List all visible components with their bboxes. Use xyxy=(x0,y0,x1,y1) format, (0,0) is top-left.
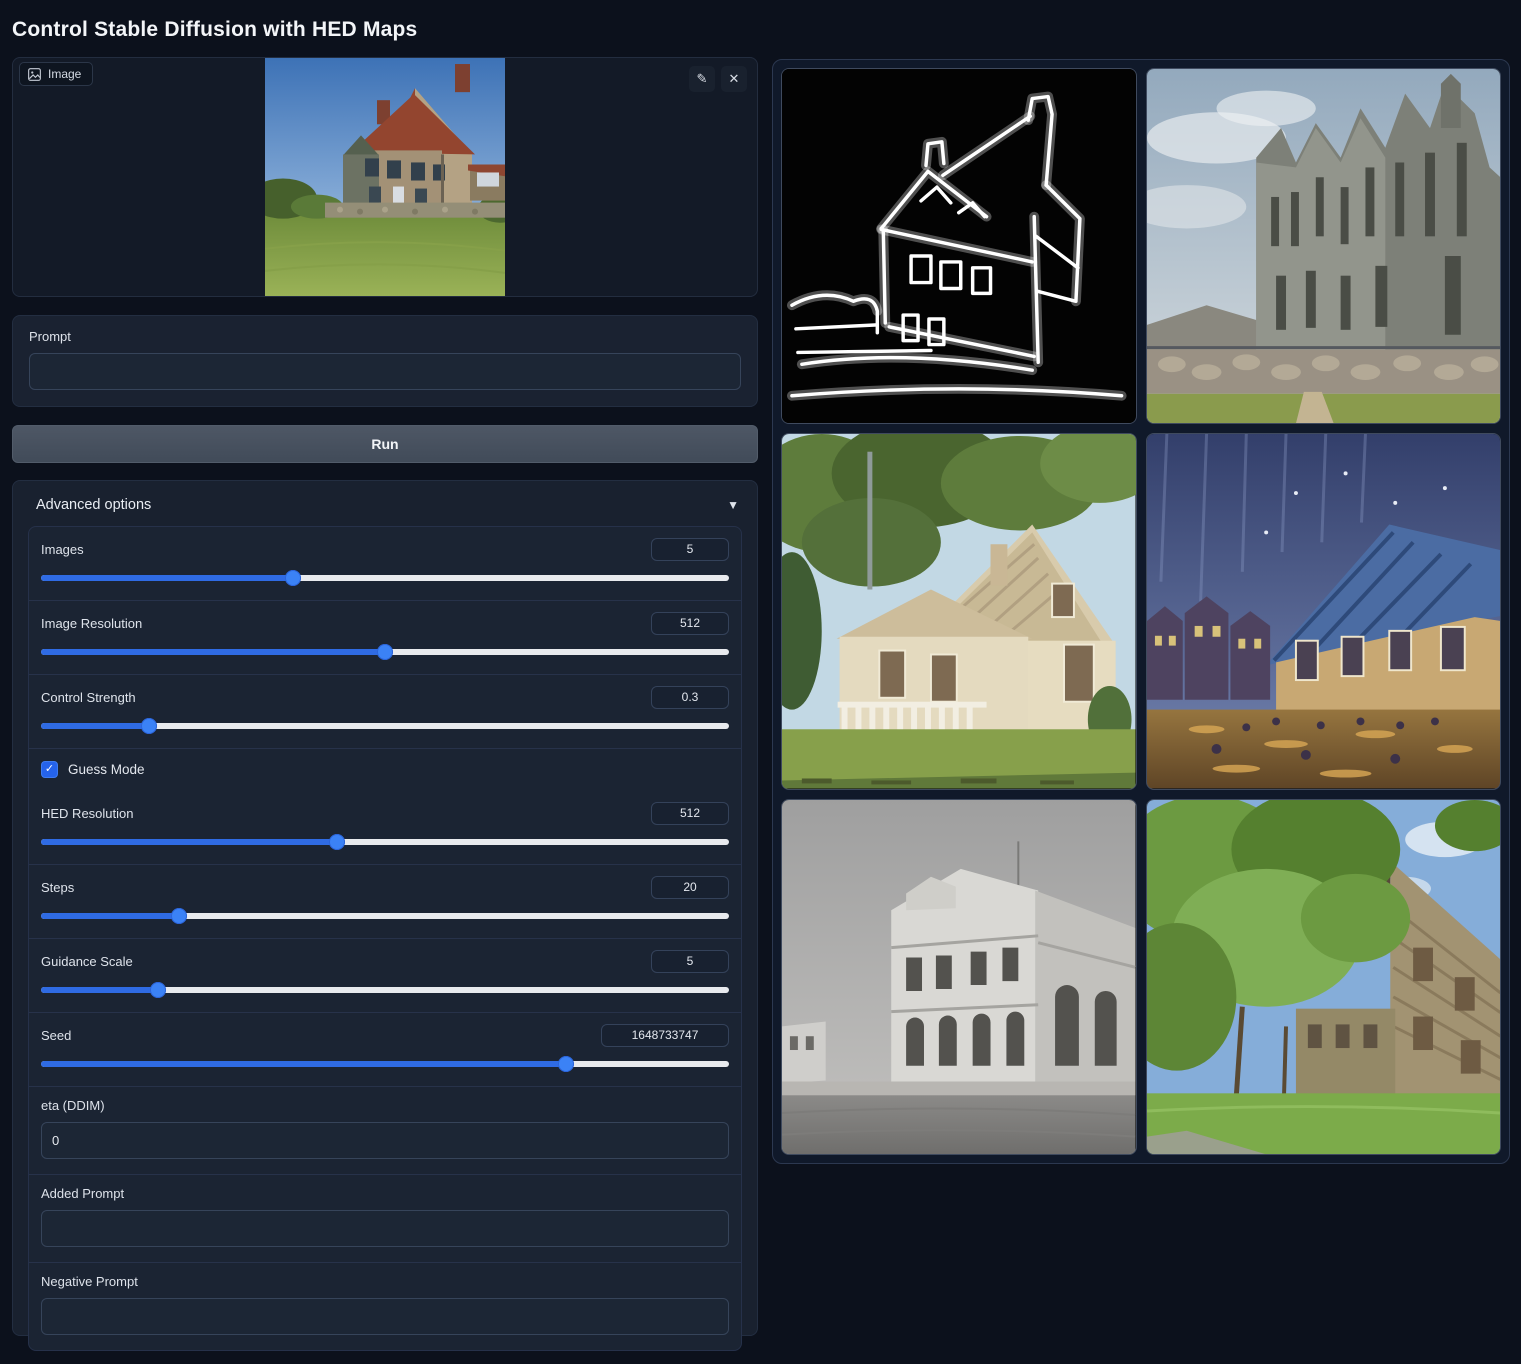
page-title: Control Stable Diffusion with HED Maps xyxy=(12,18,1510,42)
control-strength-slider[interactable] xyxy=(41,718,729,734)
image-icon xyxy=(28,68,41,81)
prompt-input[interactable] xyxy=(29,353,741,390)
hed-resolution-value-box[interactable]: 512 xyxy=(651,802,729,825)
image-resolution-slider-thumb[interactable] xyxy=(377,644,393,660)
guess-mode-row[interactable]: ✓ Guess Mode xyxy=(29,748,741,791)
seed-slider[interactable] xyxy=(41,1056,729,1072)
image-resolution-slider[interactable] xyxy=(41,644,729,660)
added-prompt-label: Added Prompt xyxy=(41,1186,729,1201)
control-strength-label: Control Strength xyxy=(41,690,136,705)
hed-resolution-slider-row: HED Resolution 512 xyxy=(29,791,741,864)
image-input-label: Image xyxy=(48,67,81,81)
advanced-options-panel: Advanced options ▼ Images 5 xyxy=(12,480,758,1336)
control-strength-slider-row: Control Strength 0.3 xyxy=(29,674,741,748)
added-prompt-input[interactable] xyxy=(41,1210,729,1247)
steps-slider[interactable] xyxy=(41,908,729,924)
added-prompt-row: Added Prompt xyxy=(29,1174,741,1262)
guidance-scale-label: Guidance Scale xyxy=(41,954,133,969)
main-columns: Image ✎ ✕ xyxy=(12,57,1510,1336)
advanced-options-header[interactable]: Advanced options ▼ xyxy=(36,497,739,513)
image-resolution-value-box[interactable]: 512 xyxy=(651,612,729,635)
guess-mode-label: Guess Mode xyxy=(68,762,145,777)
image-input-tab: Image xyxy=(19,62,93,86)
guidance-scale-slider-thumb[interactable] xyxy=(150,982,166,998)
steps-slider-row: Steps 20 xyxy=(29,864,741,938)
seed-slider-row: Seed 1648733747 xyxy=(29,1012,741,1086)
hed-resolution-label: HED Resolution xyxy=(41,806,134,821)
images-slider[interactable] xyxy=(41,570,729,586)
gallery-image-hed-edge-map[interactable] xyxy=(781,68,1137,424)
gallery-image-grayscale-building[interactable] xyxy=(781,799,1137,1155)
guidance-scale-value-box[interactable]: 5 xyxy=(651,950,729,973)
images-slider-row: Images 5 xyxy=(29,527,741,600)
eta-label: eta (DDIM) xyxy=(41,1098,729,1113)
eta-row: eta (DDIM) xyxy=(29,1086,741,1174)
steps-label: Steps xyxy=(41,880,74,895)
guidance-scale-slider[interactable] xyxy=(41,982,729,998)
seed-value-box[interactable]: 1648733747 xyxy=(601,1024,729,1047)
control-strength-slider-thumb[interactable] xyxy=(141,718,157,734)
gallery-image-impressionist-house[interactable] xyxy=(1146,433,1502,789)
negative-prompt-label: Negative Prompt xyxy=(41,1274,729,1289)
image-resolution-label: Image Resolution xyxy=(41,616,142,631)
app-page: Control Stable Diffusion with HED Maps I… xyxy=(0,0,1521,1336)
images-label: Images xyxy=(41,542,84,557)
prompt-panel: Prompt xyxy=(12,315,758,407)
gallery-image-cream-house-painting[interactable] xyxy=(781,433,1137,789)
prompt-label: Prompt xyxy=(29,329,741,344)
controls-column: Image ✎ ✕ xyxy=(12,57,758,1336)
negative-prompt-input[interactable] xyxy=(41,1298,729,1335)
guidance-scale-slider-row: Guidance Scale 5 xyxy=(29,938,741,1012)
hed-resolution-slider[interactable] xyxy=(41,834,729,850)
options-group: Images 5 Image Resolution 512 xyxy=(28,526,742,1351)
steps-value-box[interactable]: 20 xyxy=(651,876,729,899)
close-icon[interactable]: ✕ xyxy=(721,66,747,92)
image-toolbar: ✎ ✕ xyxy=(689,66,747,92)
gallery-image-cathedral[interactable] xyxy=(1146,68,1502,424)
control-strength-value-box[interactable]: 0.3 xyxy=(651,686,729,709)
steps-slider-thumb[interactable] xyxy=(171,908,187,924)
edit-icon[interactable]: ✎ xyxy=(689,66,715,92)
guess-mode-checkbox[interactable]: ✓ xyxy=(41,761,58,778)
uploaded-house-photo xyxy=(265,58,505,296)
negative-prompt-row: Negative Prompt xyxy=(29,1262,741,1350)
seed-slider-thumb[interactable] xyxy=(558,1056,574,1072)
image-input-dropzone[interactable]: Image ✎ ✕ xyxy=(12,57,758,297)
eta-input[interactable] xyxy=(41,1122,729,1159)
advanced-options-title: Advanced options xyxy=(36,497,151,513)
seed-label: Seed xyxy=(41,1028,71,1043)
image-resolution-slider-row: Image Resolution 512 xyxy=(29,600,741,674)
images-value-box[interactable]: 5 xyxy=(651,538,729,561)
hed-resolution-slider-thumb[interactable] xyxy=(329,834,345,850)
gallery-image-stone-house[interactable] xyxy=(1146,799,1502,1155)
collapse-arrow-icon[interactable]: ▼ xyxy=(727,498,739,512)
output-gallery xyxy=(772,59,1510,1164)
run-button[interactable]: Run xyxy=(12,425,758,463)
images-slider-thumb[interactable] xyxy=(285,570,301,586)
